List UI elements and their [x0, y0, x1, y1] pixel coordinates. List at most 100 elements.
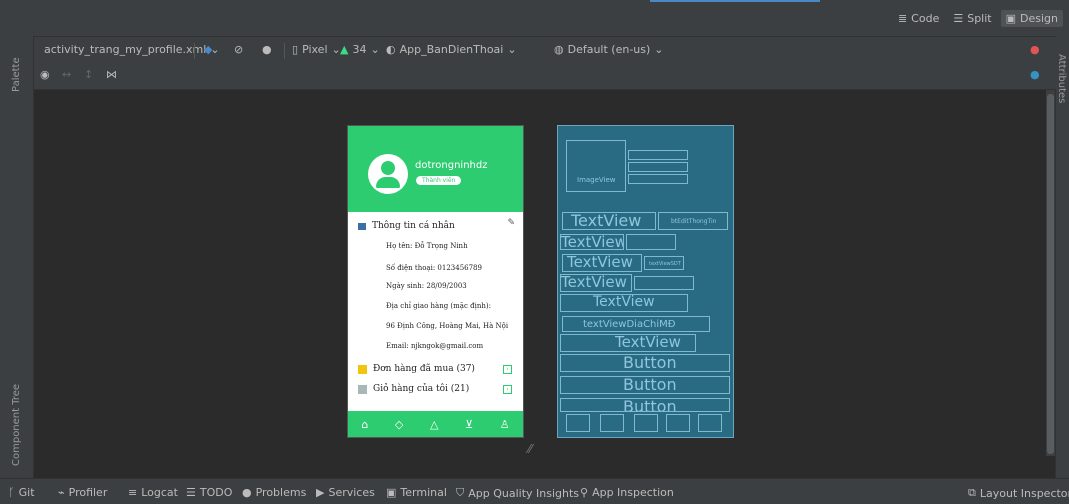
diachi-box: textViewDiaChiMĐ	[562, 316, 710, 332]
nav-item-box	[666, 414, 690, 432]
design-preview[interactable]: dotrongninhdz Thành viên Thông tin cá nh…	[347, 125, 524, 438]
todo-tab[interactable]: ☰ TODO	[186, 486, 232, 499]
help-icon[interactable]: ●	[1030, 68, 1040, 81]
play-icon: ▶	[316, 486, 325, 499]
textview-box: TextView	[560, 234, 624, 250]
layout-box	[628, 174, 688, 184]
locale-selector[interactable]: ◍ Default (en-us) ⌄	[554, 43, 664, 56]
night-mode-icon[interactable]: ●	[262, 43, 272, 56]
android-icon: ▲	[340, 43, 349, 56]
info-email: Email: njkngok@gmail.com	[386, 342, 484, 350]
layout-box	[628, 162, 688, 172]
left-tool-strip: Palette Component Tree	[0, 36, 34, 478]
services-tab[interactable]: ▶ Services	[316, 486, 375, 499]
avatar-head	[381, 161, 395, 175]
chevron-down-icon: ⌄	[370, 43, 380, 56]
terminal-icon: ▣	[386, 486, 397, 499]
layout-inspector-icon: ⧉	[968, 486, 976, 499]
layout-box	[634, 276, 694, 290]
bell-icon[interactable]: △	[430, 418, 438, 431]
cart-row[interactable]: Giỏ hàng của tôi (21) ›	[358, 384, 518, 394]
layout-box	[628, 150, 688, 160]
info-phone: Số điện thoại: 0123456789	[386, 264, 482, 272]
divider	[194, 43, 195, 59]
layout-box	[626, 234, 676, 250]
home-icon[interactable]: ⌂	[361, 418, 368, 431]
info-icon: ●	[242, 486, 252, 499]
arrow-right-icon: ›	[503, 364, 512, 374]
cart-icon	[358, 384, 367, 394]
member-badge: Thành viên	[416, 176, 462, 185]
scrollbar-thumb[interactable]	[1047, 94, 1054, 454]
profiler-tab[interactable]: ⌁ Profiler	[58, 486, 107, 499]
profiler-icon: ⌁	[58, 486, 65, 499]
user-icon[interactable]: ♙	[500, 418, 510, 431]
sdt-box: textViewSDT	[644, 256, 684, 270]
arrow-right-icon: ›	[503, 384, 512, 394]
textview-box: TextView	[560, 334, 696, 352]
resize-handle-icon[interactable]: ⁄⁄	[528, 442, 532, 456]
textview-box: TextView	[560, 274, 632, 292]
box-icon	[358, 364, 367, 374]
textview-box: TextView	[562, 212, 656, 230]
branch-icon: ᚴ	[8, 486, 15, 499]
api-level-selector[interactable]: ▲ 34 ⌄	[340, 43, 380, 56]
code-icon: ≣	[897, 12, 908, 25]
avatar	[368, 154, 408, 194]
edit-button-box: btEditThongTin	[658, 212, 728, 230]
chevron-down-icon: ⌄	[654, 43, 664, 56]
error-icon[interactable]: ●	[1030, 43, 1040, 56]
app-inspection-tab[interactable]: ⚲ App Inspection	[580, 486, 674, 499]
editor-header: ≣ Code ☰ Split ▣ Design	[0, 0, 1069, 36]
code-mode-button[interactable]: ≣ Code	[893, 10, 944, 27]
problems-tab[interactable]: ● Problems	[242, 486, 306, 499]
vertical-scrollbar[interactable]	[1046, 90, 1055, 456]
image-icon: ▣	[1005, 12, 1017, 25]
inspect-icon: ⚲	[580, 486, 589, 499]
edit-icon[interactable]: ✎	[507, 218, 515, 228]
blueprint-preview[interactable]: ImageView TextView btEditThongTin TextVi…	[557, 125, 734, 438]
button-box: Button	[560, 376, 730, 394]
phone-icon: ▯	[292, 43, 299, 56]
design-mode-button[interactable]: ▣ Design	[1000, 10, 1063, 27]
layers-icon[interactable]: ◆	[204, 43, 212, 56]
divider	[284, 43, 285, 59]
button-box: Button	[560, 354, 730, 372]
info-address: 96 Định Công, Hoàng Mai, Hà Nội	[386, 322, 509, 330]
list-icon: ☰	[186, 486, 196, 499]
textview-box: TextView	[562, 254, 642, 272]
theme-selector[interactable]: ◐ App_BanDienThoai ⌄	[386, 43, 517, 56]
globe-icon: ◍	[554, 43, 564, 56]
imageview-box: ImageView	[566, 140, 626, 192]
eye-icon[interactable]: ◉	[40, 68, 50, 81]
design-toolbar: activity_trang_my_profile.xml ⌄ ◆ ⊘ ● ▯ …	[34, 36, 1056, 64]
terminal-tab[interactable]: ▣ Terminal	[386, 486, 447, 499]
logcat-tab[interactable]: ≡ Logcat	[128, 486, 178, 499]
vertical-resize-icon[interactable]: ↕	[84, 68, 93, 81]
horizontal-resize-icon[interactable]: ↔	[62, 68, 71, 81]
nav-item-box	[566, 414, 590, 432]
nav-item-box	[634, 414, 658, 432]
palette-tab[interactable]: Palette	[11, 57, 22, 92]
app-quality-insights-tab[interactable]: ⛉ App Quality Insights	[456, 486, 579, 500]
id-card-icon	[358, 222, 366, 230]
split-mode-button[interactable]: ☰ Split	[948, 10, 996, 27]
bottom-navigation: ⌂ ◇ △ ⊻ ♙	[348, 411, 523, 437]
orientation-icon[interactable]: ⊘	[234, 43, 243, 56]
attributes-tab[interactable]: Attributes	[1056, 54, 1067, 103]
git-tab[interactable]: ᚴ Git	[8, 486, 35, 499]
device-selector[interactable]: ▯ Pixel ⌄	[292, 43, 341, 56]
magnet-icon[interactable]: ⋈	[106, 68, 117, 81]
nav-item-box	[600, 414, 624, 432]
component-tree-tab[interactable]: Component Tree	[11, 384, 22, 466]
cart-icon[interactable]: ⊻	[465, 418, 473, 431]
theme-icon: ◐	[386, 43, 396, 56]
tool-window-bar: ᚴ Git ⌁ Profiler ≡ Logcat ☰ TODO ● Problems ▶…	[0, 478, 1069, 504]
button-box: Button	[560, 398, 730, 412]
orders-row[interactable]: Đơn hàng đã mua (37) ›	[358, 364, 518, 374]
tag-icon[interactable]: ◇	[395, 418, 403, 431]
focus-indicator	[650, 0, 820, 2]
logcat-icon: ≡	[128, 486, 138, 499]
layout-inspector-tab[interactable]: ⧉ Layout Inspector	[968, 486, 1069, 500]
split-icon: ☰	[953, 12, 964, 25]
